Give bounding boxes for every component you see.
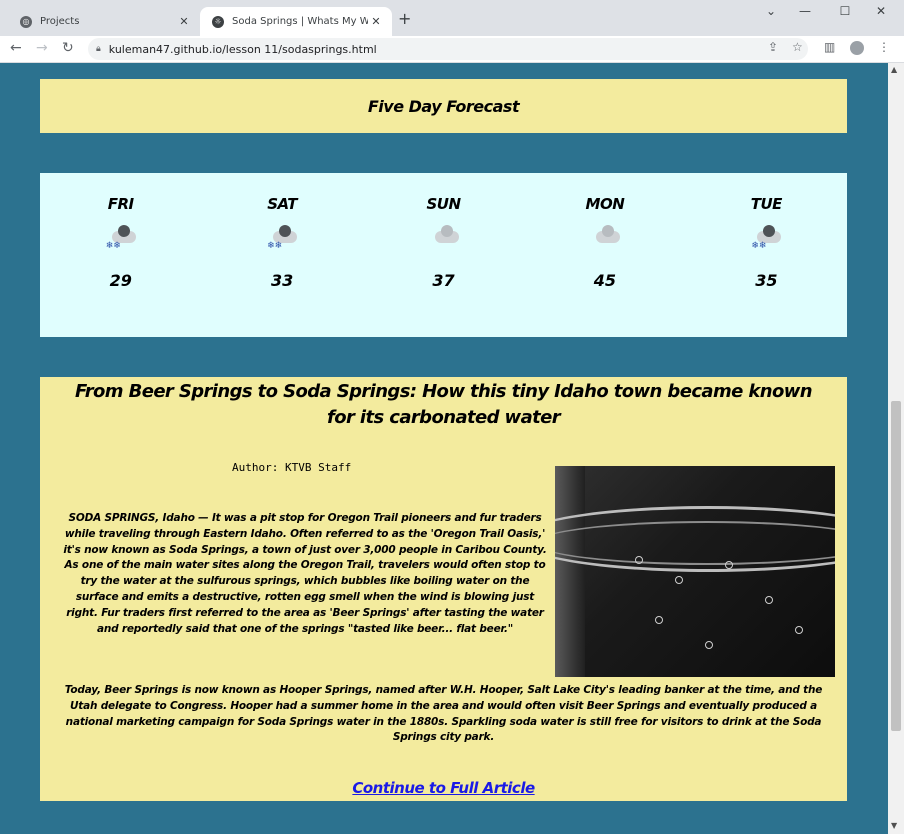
reload-button[interactable]: ↻ — [62, 40, 74, 56]
snow-cloud-icon: ❄❄ — [265, 225, 299, 253]
url-text: kuleman47.github.io/lesson 11/sodaspring… — [108, 42, 377, 56]
scroll-up-icon[interactable]: ▲ — [891, 65, 897, 74]
forward-button[interactable]: → — [36, 40, 48, 56]
tab-search-icon[interactable]: ⌄ — [756, 4, 786, 18]
address-bar[interactable]: 🔒︎ kuleman47.github.io/lesson 11/sodaspr… — [88, 38, 808, 60]
site-favicon-icon: ☼ — [212, 15, 224, 28]
snow-cloud-icon: ❄❄ — [104, 225, 138, 253]
day-name: FRI — [107, 195, 134, 213]
scrollbar-thumb[interactable] — [891, 401, 901, 731]
snow-cloud-icon: ❄❄ — [749, 225, 783, 253]
bookmark-star-icon[interactable]: ☆ — [792, 40, 803, 54]
minimize-button[interactable]: — — [790, 4, 820, 18]
forecast-day: TUE ❄❄ 35 — [686, 173, 847, 337]
page-scrollbar[interactable]: ▲ ▼ — [888, 63, 904, 834]
day-name: SAT — [267, 195, 297, 213]
article-card: From Beer Springs to Soda Springs: How t… — [40, 377, 847, 801]
page-viewport: Five Day Forecast FRI ❄❄ 29 SAT ❄❄ 33 SU… — [0, 63, 888, 834]
day-temp: 33 — [270, 271, 294, 290]
lock-icon: 🔒︎ — [96, 44, 101, 54]
sparkling-water-photo — [555, 466, 835, 677]
tab-strip: ◎ Projects ✕ ☼ Soda Springs | Whats My W… — [0, 0, 904, 36]
day-name: TUE — [750, 195, 783, 213]
article-author: Author: KTVB Staff — [232, 461, 352, 474]
day-temp: 37 — [432, 271, 455, 290]
close-window-button[interactable]: ✕ — [866, 4, 896, 18]
side-panel-icon[interactable]: ▥ — [824, 40, 835, 54]
day-name: MON — [585, 195, 625, 213]
profile-avatar[interactable] — [850, 41, 864, 55]
article-body-continued: Today, Beer Springs is now known as Hoop… — [64, 684, 823, 744]
close-tab-icon[interactable]: ✕ — [176, 15, 192, 28]
day-temp: 29 — [109, 271, 132, 290]
back-button[interactable]: ← — [10, 40, 22, 56]
day-temp: 45 — [593, 271, 617, 290]
tab-title: Soda Springs | Whats My Weathe — [232, 16, 368, 27]
share-icon[interactable]: ⇪ — [768, 40, 778, 54]
tab-soda-springs[interactable]: ☼ Soda Springs | Whats My Weathe ✕ — [200, 7, 392, 36]
article-body-intro: SODA SPRINGS, Idaho — It was a pit stop … — [63, 512, 547, 635]
new-tab-button[interactable]: + — [398, 9, 411, 28]
menu-kebab-icon[interactable]: ⋮ — [878, 40, 890, 54]
cloud-icon — [588, 225, 622, 253]
scroll-down-icon[interactable]: ▼ — [891, 821, 897, 830]
forecast-day: SAT ❄❄ 33 — [201, 173, 362, 337]
continue-article-link[interactable]: Continue to Full Article — [40, 779, 847, 797]
forecast-day: SUN 37 — [363, 173, 524, 337]
tab-title: Projects — [40, 16, 80, 27]
five-day-forecast: FRI ❄❄ 29 SAT ❄❄ 33 SUN 37 MON 45 TUE ❄❄… — [40, 173, 847, 337]
forecast-heading-box: Five Day Forecast — [40, 79, 847, 133]
day-temp: 35 — [755, 271, 778, 290]
tab-projects[interactable]: ◎ Projects ✕ — [8, 7, 200, 36]
article-title: From Beer Springs to Soda Springs: How t… — [75, 381, 813, 428]
cloud-icon — [427, 225, 461, 253]
forecast-heading: Five Day Forecast — [367, 96, 520, 116]
day-name: SUN — [426, 195, 461, 213]
globe-icon: ◎ — [20, 15, 32, 28]
browser-toolbar: ← → ↻ 🔒︎ kuleman47.github.io/lesson 11/s… — [0, 36, 904, 63]
forecast-day: MON 45 — [524, 173, 685, 337]
maximize-button[interactable]: ☐ — [830, 4, 860, 18]
close-tab-icon[interactable]: ✕ — [368, 15, 384, 28]
forecast-day: FRI ❄❄ 29 — [40, 173, 201, 337]
